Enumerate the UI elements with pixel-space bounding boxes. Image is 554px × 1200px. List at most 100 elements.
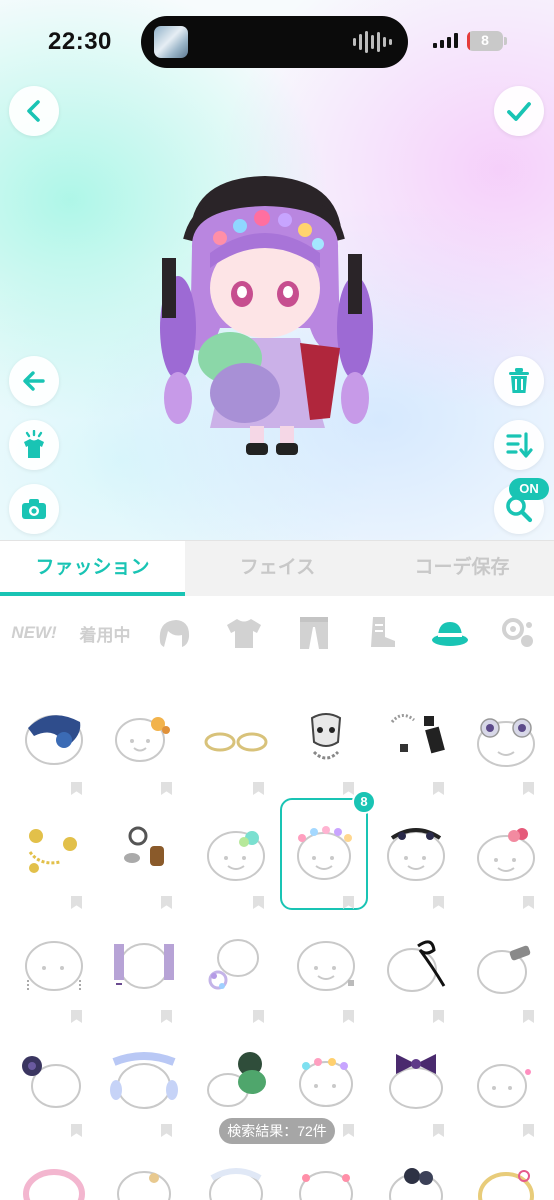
tab-fashion[interactable]: ファッション bbox=[0, 541, 185, 597]
item-cell[interactable] bbox=[100, 914, 188, 1026]
item-cell[interactable] bbox=[192, 686, 280, 798]
bookmark-icon[interactable] bbox=[253, 896, 264, 909]
delete-button[interactable] bbox=[494, 356, 544, 406]
bookmark-icon[interactable] bbox=[523, 782, 534, 795]
item-cell[interactable] bbox=[10, 686, 98, 798]
item-cell[interactable] bbox=[282, 1142, 370, 1200]
category-tops[interactable] bbox=[222, 610, 266, 656]
avatar-head-placeholder bbox=[477, 718, 535, 767]
item-cell[interactable] bbox=[10, 800, 98, 912]
category-hair[interactable] bbox=[152, 610, 196, 656]
accessory-icon bbox=[502, 618, 533, 647]
sort-button[interactable] bbox=[494, 420, 544, 470]
item-cell[interactable] bbox=[372, 686, 460, 798]
confirm-button[interactable] bbox=[494, 86, 544, 136]
bookmark-icon[interactable] bbox=[523, 896, 534, 909]
avatar-head-placeholder bbox=[297, 826, 352, 880]
undo-button[interactable] bbox=[9, 356, 59, 406]
tshirt-icon bbox=[227, 619, 261, 648]
avatar-head-placeholder bbox=[115, 717, 170, 762]
avatar-head-placeholder bbox=[207, 1052, 266, 1107]
avatar-head-placeholder bbox=[297, 941, 355, 991]
bookmark-icon[interactable] bbox=[161, 896, 172, 909]
bookmark-icon[interactable] bbox=[71, 1124, 82, 1137]
avatar-head-placeholder bbox=[389, 1168, 443, 1200]
bookmark-icon[interactable] bbox=[433, 782, 444, 795]
category-bar: NEW! 着用中 bbox=[0, 596, 554, 672]
bookmark-icon[interactable] bbox=[161, 1010, 172, 1023]
item-cell[interactable] bbox=[10, 1028, 98, 1140]
item-cell[interactable] bbox=[462, 1142, 550, 1200]
bookmark-icon[interactable] bbox=[253, 782, 264, 795]
avatar-head-placeholder bbox=[117, 1171, 171, 1200]
audio-waveform-icon bbox=[353, 30, 392, 54]
camera-icon bbox=[22, 499, 46, 519]
trash-icon bbox=[509, 368, 529, 393]
avatar-head-placeholder bbox=[28, 829, 77, 873]
item-cell[interactable] bbox=[10, 914, 98, 1026]
item-cell[interactable] bbox=[372, 914, 460, 1026]
item-cell[interactable] bbox=[462, 686, 550, 798]
item-cell[interactable] bbox=[462, 800, 550, 912]
bookmark-icon[interactable] bbox=[433, 896, 444, 909]
status-bar: 22:30 8 bbox=[0, 0, 554, 84]
category-hats[interactable] bbox=[428, 610, 472, 656]
bookmark-icon[interactable] bbox=[343, 896, 354, 909]
bookmark-icon[interactable] bbox=[433, 1010, 444, 1023]
item-cell[interactable] bbox=[100, 1028, 188, 1140]
item-cell[interactable] bbox=[372, 800, 460, 912]
try-on-button[interactable] bbox=[9, 420, 59, 470]
avatar-head-placeholder bbox=[299, 1171, 353, 1200]
item-cell[interactable] bbox=[100, 800, 188, 912]
avatar-head-placeholder bbox=[299, 1058, 353, 1107]
item-cell[interactable] bbox=[100, 686, 188, 798]
now-playing-thumbnail bbox=[154, 26, 188, 58]
tab-saved-outfits[interactable]: コーデ保存 bbox=[370, 541, 554, 597]
bookmark-icon[interactable] bbox=[71, 896, 82, 909]
category-bottoms[interactable] bbox=[292, 610, 336, 656]
dynamic-island[interactable] bbox=[141, 16, 408, 68]
avatar-character-illustration[interactable] bbox=[150, 158, 380, 458]
item-cell[interactable] bbox=[192, 800, 280, 912]
bookmark-icon[interactable] bbox=[343, 782, 354, 795]
avatar-preview-area: 22:30 8 ON bbox=[0, 0, 554, 540]
bookmark-icon[interactable] bbox=[523, 1010, 534, 1023]
avatar-head-placeholder bbox=[22, 1056, 81, 1108]
item-cell[interactable] bbox=[10, 1142, 98, 1200]
battery-percent: 8 bbox=[481, 32, 489, 48]
chevron-left-icon bbox=[27, 100, 40, 122]
item-cell[interactable] bbox=[282, 914, 370, 1026]
undo-arrow-icon bbox=[23, 371, 45, 391]
camera-button[interactable] bbox=[9, 484, 59, 534]
bookmark-icon[interactable] bbox=[71, 782, 82, 795]
item-cell-selected[interactable]: 8 bbox=[280, 790, 376, 910]
bookmark-icon[interactable] bbox=[433, 1124, 444, 1137]
category-wearing[interactable]: 着用中 bbox=[74, 610, 136, 656]
bookmark-icon[interactable] bbox=[253, 1010, 264, 1023]
bookmark-icon[interactable] bbox=[343, 1124, 354, 1137]
avatar-head-placeholder bbox=[23, 1169, 85, 1200]
item-cell[interactable] bbox=[462, 914, 550, 1026]
avatar-head-placeholder bbox=[477, 828, 535, 881]
bookmark-icon[interactable] bbox=[523, 1124, 534, 1137]
item-cell[interactable] bbox=[372, 1142, 460, 1200]
item-cell[interactable] bbox=[282, 686, 370, 798]
category-new[interactable]: NEW! bbox=[4, 610, 64, 656]
item-cell[interactable] bbox=[192, 1142, 280, 1200]
back-button[interactable] bbox=[9, 86, 59, 136]
bookmark-icon[interactable] bbox=[343, 1010, 354, 1023]
category-accessories[interactable] bbox=[496, 610, 540, 656]
check-icon bbox=[507, 102, 531, 121]
item-cell[interactable] bbox=[462, 1028, 550, 1140]
item-cell[interactable] bbox=[100, 1142, 188, 1200]
battery-icon: 8 bbox=[467, 31, 503, 51]
avatar-head-placeholder bbox=[208, 939, 259, 990]
item-cell[interactable] bbox=[372, 1028, 460, 1140]
bookmark-icon[interactable] bbox=[161, 782, 172, 795]
bookmark-icon[interactable] bbox=[71, 1010, 82, 1023]
status-time: 22:30 bbox=[48, 28, 112, 55]
bookmark-icon[interactable] bbox=[161, 1124, 172, 1137]
category-shoes[interactable] bbox=[360, 610, 404, 656]
tab-face[interactable]: フェイス bbox=[185, 541, 370, 597]
item-cell[interactable] bbox=[192, 914, 280, 1026]
